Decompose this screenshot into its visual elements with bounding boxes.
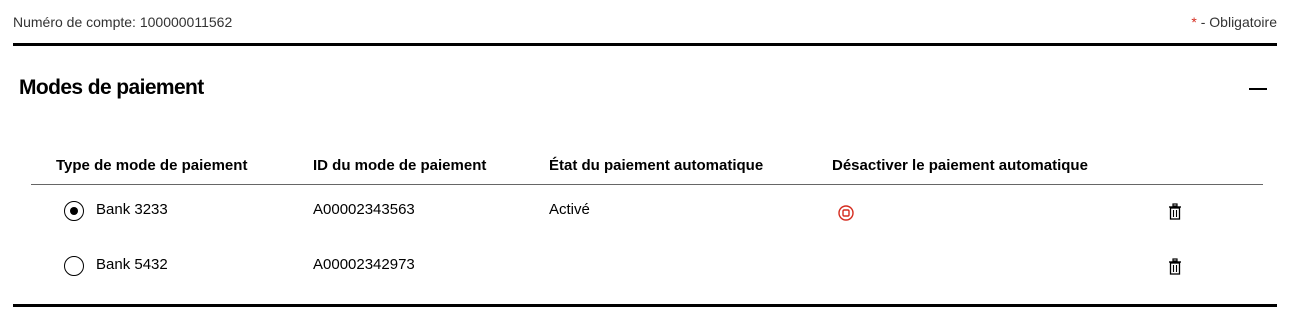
- collapse-minus-icon[interactable]: [1249, 80, 1267, 98]
- column-header-id: ID du mode de paiement: [313, 157, 487, 174]
- column-header-type: Type de mode de paiement: [56, 157, 248, 174]
- table-row: Bank 3233 A00002343563 Activé: [31, 192, 1263, 232]
- payment-method-radio[interactable]: [64, 256, 84, 276]
- trash-icon[interactable]: [1167, 258, 1183, 276]
- column-header-autopay-status: État du paiement automatique: [549, 157, 764, 174]
- payment-type: Bank 5432: [96, 256, 168, 273]
- bottom-divider: [13, 304, 1277, 307]
- account-number: Numéro de compte: 100000011562: [13, 13, 233, 30]
- account-bar: Numéro de compte: 100000011562 * - Oblig…: [13, 0, 1277, 43]
- autopay-status: Activé: [549, 201, 590, 218]
- payment-type: Bank 3233: [96, 201, 168, 218]
- payment-id: A00002342973: [313, 256, 415, 273]
- required-text: - Obligatoire: [1196, 13, 1277, 30]
- table-row: Bank 5432 A00002342973: [31, 247, 1263, 287]
- column-header-disable-autopay: Désactiver le paiement automatique: [832, 157, 1088, 174]
- table-header-divider: [31, 184, 1263, 185]
- section-title: Modes de paiement: [19, 76, 204, 99]
- top-divider: [13, 43, 1277, 46]
- required-legend: * - Obligatoire: [1191, 14, 1277, 30]
- trash-icon[interactable]: [1167, 203, 1183, 221]
- payment-method-radio[interactable]: [64, 201, 84, 221]
- stop-circle-icon[interactable]: [837, 204, 855, 222]
- payment-id: A00002343563: [313, 201, 415, 218]
